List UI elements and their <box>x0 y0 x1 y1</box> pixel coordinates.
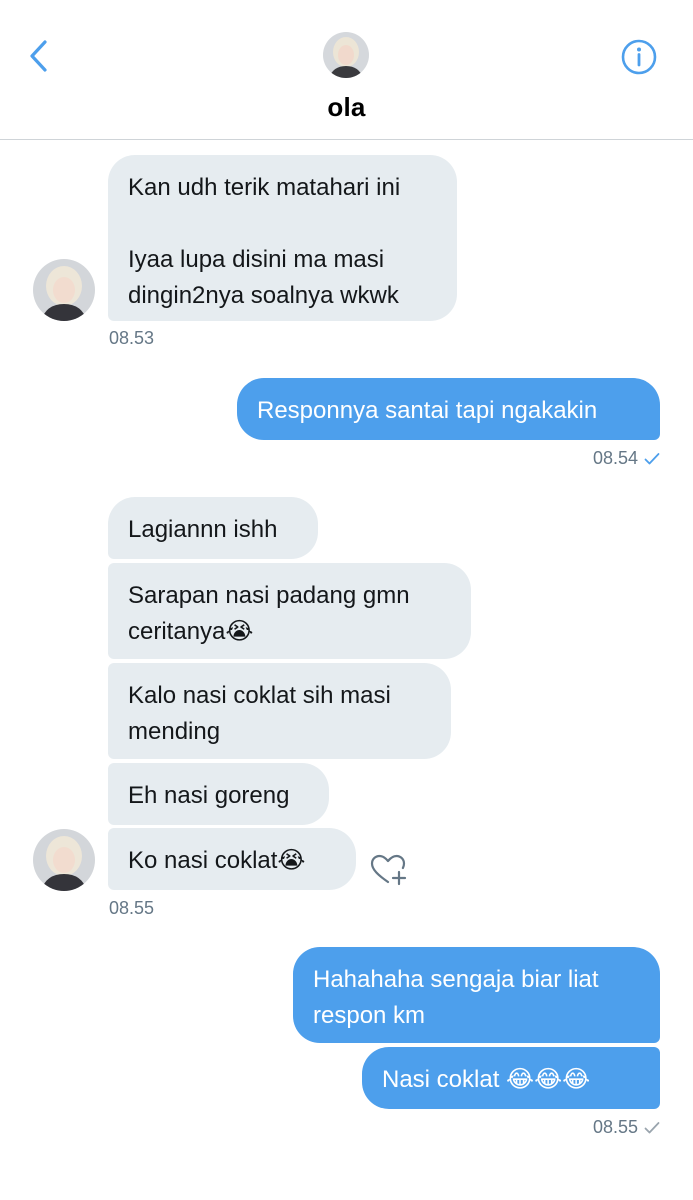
outgoing-message[interactable]: Responnya santai tapi ngakakin <box>237 378 660 440</box>
contact-name: ola <box>327 92 366 122</box>
chevron-left-icon <box>30 40 47 72</box>
timestamp-text: 08.54 <box>592 448 638 468</box>
incoming-message[interactable]: Sarapan nasi padang gmn ceritanya😭 <box>108 563 471 659</box>
info-circle-icon <box>621 39 657 75</box>
message-timestamp: 08.53 <box>109 328 155 348</box>
contact-avatar[interactable] <box>323 32 369 78</box>
timestamp-text: 08.55 <box>592 1117 638 1137</box>
incoming-message[interactable]: Kan udh terik matahari ini Iyaa lupa dis… <box>108 155 457 321</box>
contact-avatar-message[interactable] <box>33 259 95 321</box>
incoming-message[interactable]: Eh nasi goreng <box>108 763 329 825</box>
contact-avatar-message[interactable] <box>33 829 95 891</box>
conversation-header: ola <box>0 0 693 140</box>
outgoing-message[interactable]: Hahahaha sengaja biar liat respon km <box>293 947 660 1043</box>
incoming-message[interactable]: Ko nasi coklat😭 <box>108 828 356 890</box>
checkmark-icon <box>644 453 660 465</box>
outgoing-message[interactable]: Nasi coklat 😂😂😂 <box>362 1047 660 1109</box>
incoming-message[interactable]: Lagiannn ishh <box>108 497 318 559</box>
react-button[interactable] <box>369 851 409 889</box>
message-timestamp: 08.54 <box>520 448 660 469</box>
heart-plus-icon <box>370 854 407 886</box>
message-timestamp: 08.55 <box>520 1117 660 1138</box>
info-button[interactable] <box>619 37 659 77</box>
incoming-message[interactable]: Kalo nasi coklat sih masi mending <box>108 663 451 759</box>
back-button[interactable] <box>22 36 58 76</box>
message-timestamp: 08.55 <box>109 898 155 918</box>
checkmark-icon <box>644 1122 660 1134</box>
